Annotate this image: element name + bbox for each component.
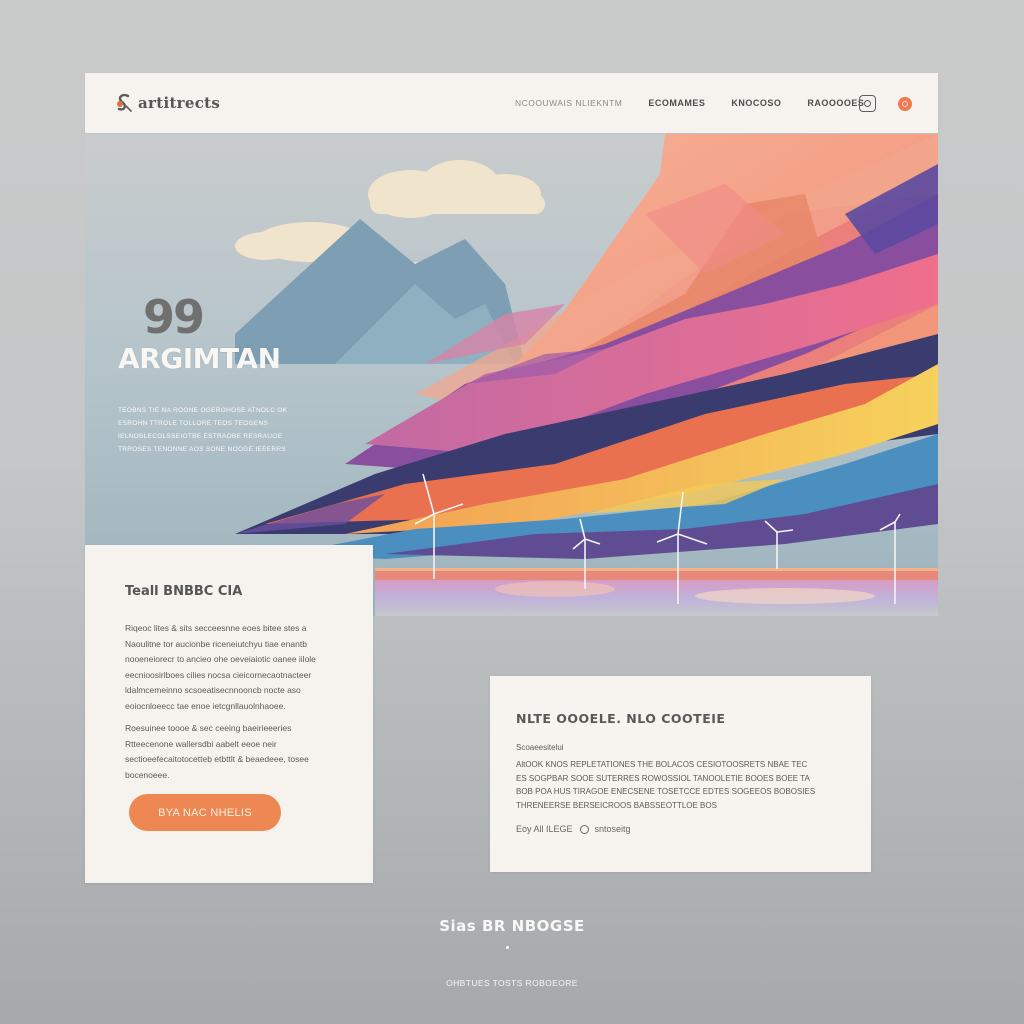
circle-icon-inner <box>902 101 908 107</box>
logo[interactable]: artitrects <box>113 92 220 114</box>
meta-link[interactable]: sntoseitg <box>595 824 631 834</box>
info-card-subtitle: Scoaeesitelui <box>516 743 564 752</box>
card-paragraph-secondary: Roesuinee toooe & sec ceeing baeirieeeri… <box>125 723 309 780</box>
card-paragraph: Riqeoc lites & sits secceesnne eoes bite… <box>125 623 316 711</box>
feature-card: Teall BNBBC CIA Riqeoc lites & sits secc… <box>85 545 373 883</box>
nav-link-3[interactable]: KNOCOSO <box>731 98 781 108</box>
hero-number: 99 <box>143 290 205 344</box>
hero-description: TEOBNS TIE NA ROONE OGEROHOSE ATNOLC OK … <box>118 407 288 453</box>
info-card-body: AltOOK KNOS REPLETATIONES THE BOLACOS CE… <box>516 760 816 810</box>
footer-divider-dot <box>506 946 509 949</box>
cta-button[interactable]: BYA NAC NHELIS <box>129 794 281 831</box>
nav-link-4[interactable]: RAOOOOES <box>807 98 864 108</box>
circle-icon <box>579 824 589 834</box>
info-card-meta[interactable]: Eoy All ILEGE sntoseitg <box>516 824 631 834</box>
footer-heading: Sias BR NBOGSE <box>439 917 585 935</box>
nav-link-2[interactable]: ECOMAMES <box>648 98 705 108</box>
instagram-icon[interactable] <box>859 95 876 112</box>
logo-text: artitrects <box>138 94 221 112</box>
hero-section: 99 ARGIMTAN TEOBNS TIE NA ROONE OGEROHOS… <box>85 134 938 616</box>
meta-label: Eoy All ILEGE <box>516 824 573 834</box>
logo-icon <box>117 93 132 112</box>
info-card: NLTE OOOELE. NLO COOTEIE Scoaeesitelui A… <box>490 676 871 872</box>
hero-illustration <box>85 134 938 616</box>
circle-icon[interactable] <box>898 97 912 111</box>
card-title: Teall BNBBC CIA <box>125 584 243 599</box>
nav-link-1[interactable]: NCOOUWAIS NLIEKNTM <box>515 98 622 108</box>
instagram-lens <box>864 100 871 107</box>
hero-title: ARGIMTAN <box>118 342 281 375</box>
site-header: artitrects NCOOUWAIS NLIEKNTM ECOMAMES K… <box>85 73 938 133</box>
main-nav: NCOOUWAIS NLIEKNTM ECOMAMES KNOCOSO RAOO… <box>515 73 864 133</box>
info-card-title: NLTE OOOELE. NLO COOTEIE <box>516 711 726 726</box>
footer-text: OHBTUES TOSTS ROBOEORE <box>446 978 578 988</box>
